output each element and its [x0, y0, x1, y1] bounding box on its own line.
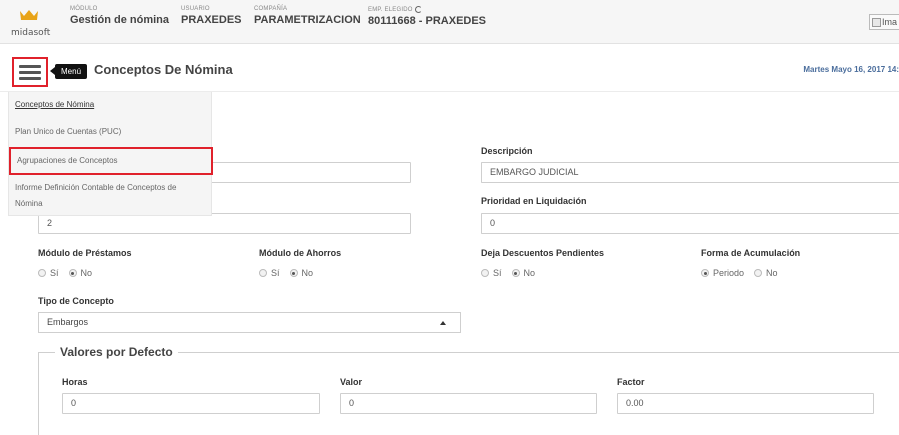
- employee-label-row: EMP. ELEGIDO: [368, 6, 486, 13]
- module-label: MÓDULO: [70, 6, 98, 12]
- menu-item-informe-definicion-contable[interactable]: Informe Definición Contable de Conceptos…: [9, 183, 213, 192]
- prestamos-si-option[interactable]: Sí: [38, 268, 59, 278]
- prestamos-no-option[interactable]: No: [68, 268, 93, 278]
- radio-icon: [481, 269, 489, 277]
- menu-item-agrupaciones-conceptos[interactable]: Agrupaciones de Conceptos: [9, 147, 213, 175]
- refresh-icon[interactable]: [414, 6, 422, 13]
- module-info: MÓDULO Gestión de nómina: [70, 6, 169, 26]
- radio-icon: [259, 269, 267, 277]
- deja-no-option[interactable]: No: [511, 268, 536, 278]
- user-value: PRAXEDES: [181, 14, 242, 26]
- opt-label: Sí: [50, 268, 59, 278]
- module-value: Gestión de nómina: [70, 14, 170, 26]
- prestamos-radio-group: Sí No: [38, 268, 102, 278]
- horas-input[interactable]: 0: [62, 393, 320, 414]
- current-date: Martes Mayo 16, 2017 14:: [803, 65, 899, 74]
- image-alt-text: Ima: [882, 17, 898, 27]
- top-bar: midasoft MÓDULO Gestión de nómina USUARI…: [0, 0, 899, 44]
- company-label: COMPAÑÍA: [254, 6, 288, 12]
- user-info: USUARIO PRAXEDES: [181, 6, 242, 26]
- broken-image-icon: Ima: [869, 14, 899, 30]
- radio-checked-icon: [701, 269, 709, 277]
- forma-acumulacion-radio-group: Periodo No: [701, 268, 788, 278]
- factor-input[interactable]: 0.00: [617, 393, 874, 414]
- company-info: COMPAÑÍA PARAMETRIZACION: [254, 6, 361, 26]
- nav-dropdown-menu: Conceptos de Nómina Plan Unico de Cuenta…: [8, 92, 213, 216]
- descripcion-label: Descripción: [481, 146, 533, 156]
- menu-tooltip: Menú: [49, 64, 88, 79]
- tipo-concepto-select[interactable]: Embargos: [38, 312, 461, 333]
- ahorros-si-option[interactable]: Sí: [259, 268, 280, 278]
- midasoft-logo[interactable]: midasoft: [8, 6, 51, 40]
- horas-label: Horas: [62, 377, 88, 387]
- hamburger-menu-icon[interactable]: [12, 57, 48, 87]
- valor-label: Valor: [340, 377, 363, 387]
- opt-label: No: [301, 268, 314, 278]
- order-input[interactable]: 2: [38, 213, 411, 234]
- tipo-concepto-label: Tipo de Concepto: [38, 296, 114, 306]
- valores-defecto-legend: Valores por Defecto: [55, 345, 178, 359]
- ahorros-label: Módulo de Ahorros: [259, 248, 342, 258]
- descripcion-input[interactable]: EMBARGO JUDICIAL: [481, 162, 899, 183]
- menu-item-plan-unico-cuentas[interactable]: Plan Unico de Cuentas (PUC): [9, 127, 213, 136]
- tipo-concepto-value: Embargos: [47, 317, 89, 327]
- opt-label: Sí: [493, 268, 502, 278]
- crown-logo-icon: [20, 10, 38, 20]
- opt-label: Periodo: [713, 268, 745, 278]
- opt-label: No: [766, 268, 778, 278]
- forma-periodo-option[interactable]: Periodo: [701, 268, 744, 278]
- opt-label: No: [80, 268, 93, 278]
- employee-value: 80111668 - PRAXEDES: [368, 15, 487, 28]
- deja-si-option[interactable]: Sí: [481, 268, 502, 278]
- page-title: Conceptos De Nómina: [94, 62, 233, 77]
- employee-label: EMP. ELEGIDO: [368, 7, 413, 14]
- ahorros-radio-group: Sí No: [259, 268, 323, 278]
- caret-up-icon: [440, 321, 446, 325]
- prioridad-label: Prioridad en Liquidación: [481, 196, 587, 206]
- employee-info: EMP. ELEGIDO 80111668 - PRAXEDES: [368, 6, 486, 27]
- opt-label: No: [523, 268, 536, 278]
- deja-descuentos-label: Deja Descuentos Pendientes: [481, 248, 605, 258]
- opt-label: Sí: [271, 268, 280, 278]
- company-value: PARAMETRIZACION: [254, 14, 361, 26]
- logo-text: midasoft: [11, 28, 51, 38]
- radio-checked-icon: [511, 269, 520, 277]
- menu-item-informe-definicion-contable-cont[interactable]: Nómina: [9, 199, 213, 208]
- radio-checked-icon: [68, 269, 77, 277]
- forma-no-option[interactable]: No: [754, 268, 778, 278]
- prestamos-label: Módulo de Préstamos: [38, 248, 132, 258]
- user-label: USUARIO: [181, 6, 210, 12]
- valor-input[interactable]: 0: [340, 393, 597, 414]
- radio-icon: [754, 269, 763, 277]
- deja-descuentos-radio-group: Sí No: [481, 268, 545, 278]
- forma-acumulacion-label: Forma de Acumulación: [701, 248, 801, 258]
- menu-item-conceptos-nomina[interactable]: Conceptos de Nómina: [9, 100, 213, 109]
- radio-icon: [38, 269, 46, 277]
- radio-checked-icon: [289, 269, 298, 277]
- prioridad-input[interactable]: 0: [481, 213, 899, 234]
- ahorros-no-option[interactable]: No: [289, 268, 314, 278]
- factor-label: Factor: [617, 377, 645, 387]
